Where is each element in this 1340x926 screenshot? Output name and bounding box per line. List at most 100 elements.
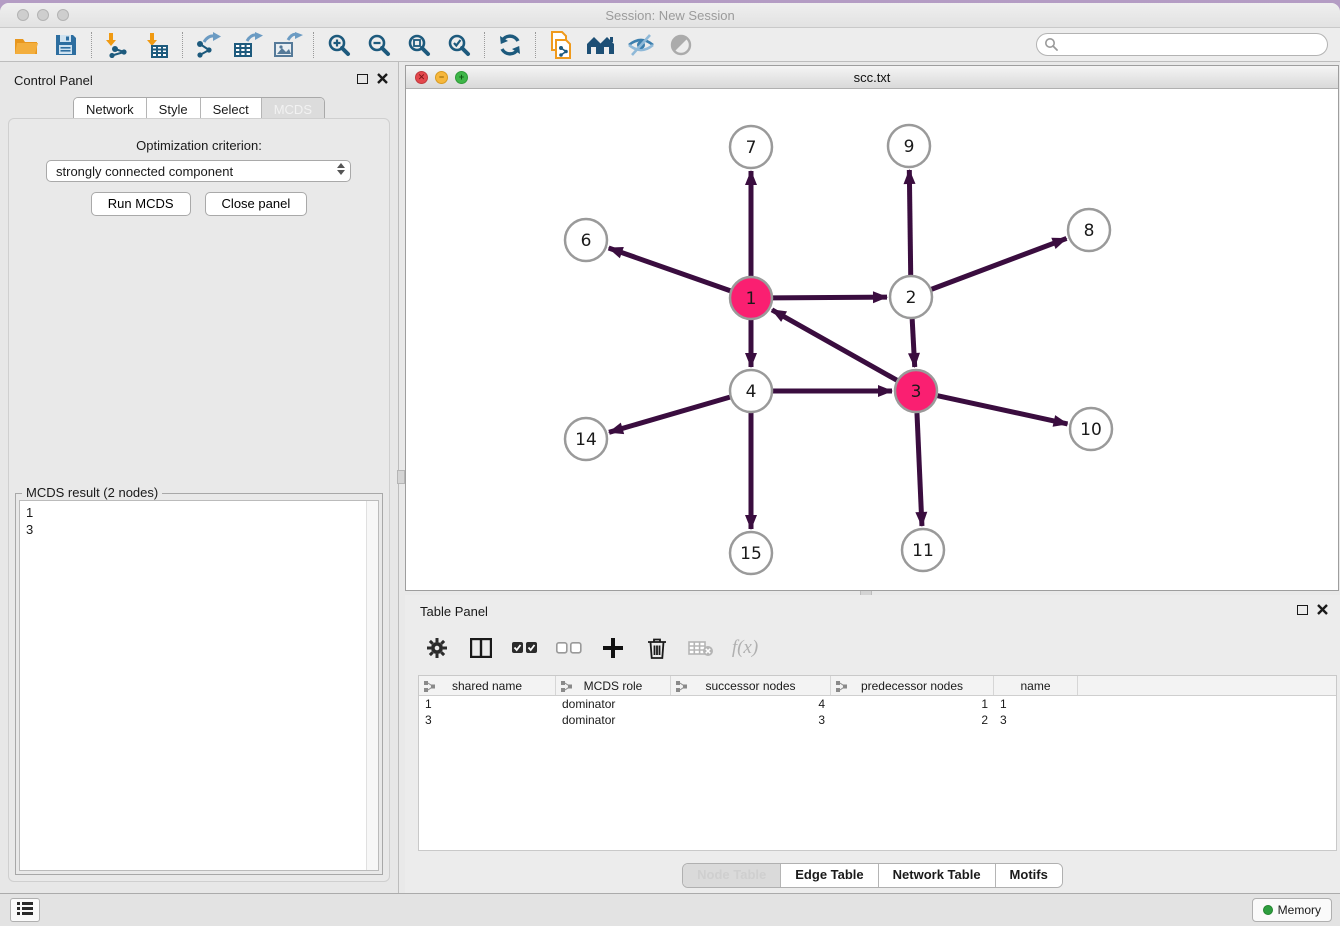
cell-predecessor-nodes[interactable]: 2 xyxy=(831,712,994,728)
toolbar-separator xyxy=(484,32,485,58)
network-canvas[interactable]: 7968124314101511 xyxy=(406,89,1338,590)
column-header-successor-nodes[interactable]: successor nodes xyxy=(671,676,831,695)
zoom-selected-icon[interactable] xyxy=(439,30,479,60)
node-label-15: 15 xyxy=(740,544,762,564)
result-scrollbar[interactable] xyxy=(366,501,378,870)
hide-selected-icon[interactable] xyxy=(621,30,661,60)
cell-mcds-role[interactable]: dominator xyxy=(556,696,671,712)
search-input[interactable] xyxy=(1036,33,1328,56)
memory-button[interactable]: Memory xyxy=(1252,898,1332,922)
node-label-9: 9 xyxy=(904,137,915,157)
close-panel-icon[interactable] xyxy=(377,73,388,84)
main-toolbar xyxy=(0,28,1340,62)
edge-1-6[interactable] xyxy=(609,248,731,291)
table-panel-tabs: Node Table Edge Table Network Table Moti… xyxy=(405,863,1340,888)
edge-2-3[interactable] xyxy=(912,319,915,367)
node-label-1: 1 xyxy=(746,289,757,309)
cell-shared-name[interactable]: 3 xyxy=(419,712,556,728)
optimization-criterion-label: Optimization criterion: xyxy=(9,138,389,153)
table-panel: Table Panel xyxy=(405,595,1340,893)
table-row[interactable]: 1 dominator 4 1 1 xyxy=(419,696,1336,712)
vertical-splitter-grip[interactable] xyxy=(397,470,405,484)
node-label-7: 7 xyxy=(746,138,757,158)
close-panel-button[interactable]: Close panel xyxy=(205,192,308,216)
delete-table-icon xyxy=(682,633,720,663)
node-label-6: 6 xyxy=(581,231,592,251)
network-window-titlebar[interactable]: ✕ − + scc.txt xyxy=(406,66,1338,89)
search-icon xyxy=(1044,37,1058,56)
delete-column-icon[interactable] xyxy=(638,633,676,663)
titlebar: Session: New Session xyxy=(0,3,1340,28)
table-row[interactable]: 3 dominator 3 2 3 xyxy=(419,712,1336,728)
list-icon xyxy=(17,901,33,920)
open-session-icon[interactable] xyxy=(6,30,46,60)
application-window: Session: New Session xyxy=(0,3,1340,926)
edge-3-10[interactable] xyxy=(937,396,1067,424)
cell-predecessor-nodes[interactable]: 1 xyxy=(831,696,994,712)
export-table-icon[interactable] xyxy=(228,30,268,60)
refresh-icon[interactable] xyxy=(490,30,530,60)
criterion-value: strongly connected component xyxy=(56,164,233,179)
tab-node-table[interactable]: Node Table xyxy=(683,864,781,887)
mcds-result-title: MCDS result (2 nodes) xyxy=(22,485,162,500)
export-network-icon[interactable] xyxy=(188,30,228,60)
settings-icon[interactable] xyxy=(418,633,456,663)
table-header-row: shared name MCDS role successor nodes pr… xyxy=(419,676,1336,696)
memory-label: Memory xyxy=(1278,903,1321,917)
import-table-icon[interactable] xyxy=(137,30,177,60)
import-network-icon[interactable] xyxy=(97,30,137,60)
node-label-2: 2 xyxy=(906,288,917,308)
column-type-icon xyxy=(561,681,572,695)
node-label-8: 8 xyxy=(1084,221,1095,241)
save-session-icon[interactable] xyxy=(46,30,86,60)
task-history-button[interactable] xyxy=(10,898,40,922)
deselect-all-columns-icon[interactable] xyxy=(550,633,588,663)
cell-name[interactable]: 1 xyxy=(994,696,1078,712)
node-label-14: 14 xyxy=(575,430,597,450)
home-icon[interactable] xyxy=(581,30,621,60)
cell-successor-nodes[interactable]: 3 xyxy=(671,712,831,728)
edge-3-11[interactable] xyxy=(917,413,922,526)
select-stepper-icon xyxy=(337,163,345,175)
node-label-3: 3 xyxy=(911,382,922,402)
table-panel-title: Table Panel xyxy=(420,604,488,619)
edge-3-1[interactable] xyxy=(772,310,897,380)
column-header-shared-name[interactable]: shared name xyxy=(419,676,556,695)
memory-status-icon xyxy=(1263,905,1273,915)
zoom-in-icon[interactable] xyxy=(319,30,359,60)
node-table[interactable]: shared name MCDS role successor nodes pr… xyxy=(418,675,1337,851)
edge-4-14[interactable] xyxy=(609,397,730,432)
tab-edge-table[interactable]: Edge Table xyxy=(781,864,878,887)
add-column-icon[interactable] xyxy=(594,633,632,663)
edge-1-2[interactable] xyxy=(773,297,887,298)
float-table-panel-icon[interactable] xyxy=(1297,605,1308,615)
cell-mcds-role[interactable]: dominator xyxy=(556,712,671,728)
table-toolbar: f(x) xyxy=(418,628,764,668)
clone-network-icon[interactable] xyxy=(541,30,581,60)
show-hidden-icon xyxy=(661,30,701,60)
column-header-predecessor-nodes[interactable]: predecessor nodes xyxy=(831,676,994,695)
criterion-select[interactable]: strongly connected component xyxy=(46,160,351,182)
select-all-columns-icon[interactable] xyxy=(506,633,544,663)
network-view-window: ✕ − + scc.txt 7968124314101511 xyxy=(405,65,1339,591)
split-view-icon[interactable] xyxy=(462,633,500,663)
mcds-result-text[interactable]: 1 3 xyxy=(19,500,379,871)
cell-name[interactable]: 3 xyxy=(994,712,1078,728)
export-image-icon[interactable] xyxy=(268,30,308,60)
close-table-panel-icon[interactable] xyxy=(1317,604,1328,615)
cell-shared-name[interactable]: 1 xyxy=(419,696,556,712)
toolbar-separator xyxy=(91,32,92,58)
column-header-mcds-role[interactable]: MCDS role xyxy=(556,676,671,695)
window-title: Session: New Session xyxy=(0,8,1340,23)
float-panel-icon[interactable] xyxy=(357,74,368,84)
cell-successor-nodes[interactable]: 4 xyxy=(671,696,831,712)
tab-motifs[interactable]: Motifs xyxy=(996,864,1062,887)
column-type-icon xyxy=(676,681,687,695)
zoom-fit-icon[interactable] xyxy=(399,30,439,60)
column-header-name[interactable]: name xyxy=(994,676,1078,695)
run-mcds-button[interactable]: Run MCDS xyxy=(91,192,191,216)
tab-network-table[interactable]: Network Table xyxy=(879,864,996,887)
zoom-out-icon[interactable] xyxy=(359,30,399,60)
edge-2-9[interactable] xyxy=(909,170,910,275)
edge-2-8[interactable] xyxy=(932,238,1067,289)
